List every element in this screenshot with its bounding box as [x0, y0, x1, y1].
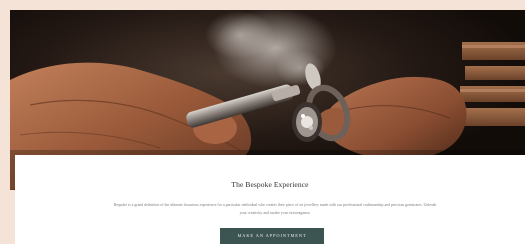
- page: The Bespoke Experience Bespoke is a gran…: [0, 0, 525, 244]
- section-description: Bespoke is a grand definition of the ult…: [113, 203, 437, 215]
- make-appointment-button[interactable]: MAKE AN APPOINTMENT: [220, 228, 324, 244]
- bespoke-section: The Bespoke Experience Bespoke is a gran…: [15, 155, 525, 244]
- section-title: The Bespoke Experience: [231, 180, 309, 189]
